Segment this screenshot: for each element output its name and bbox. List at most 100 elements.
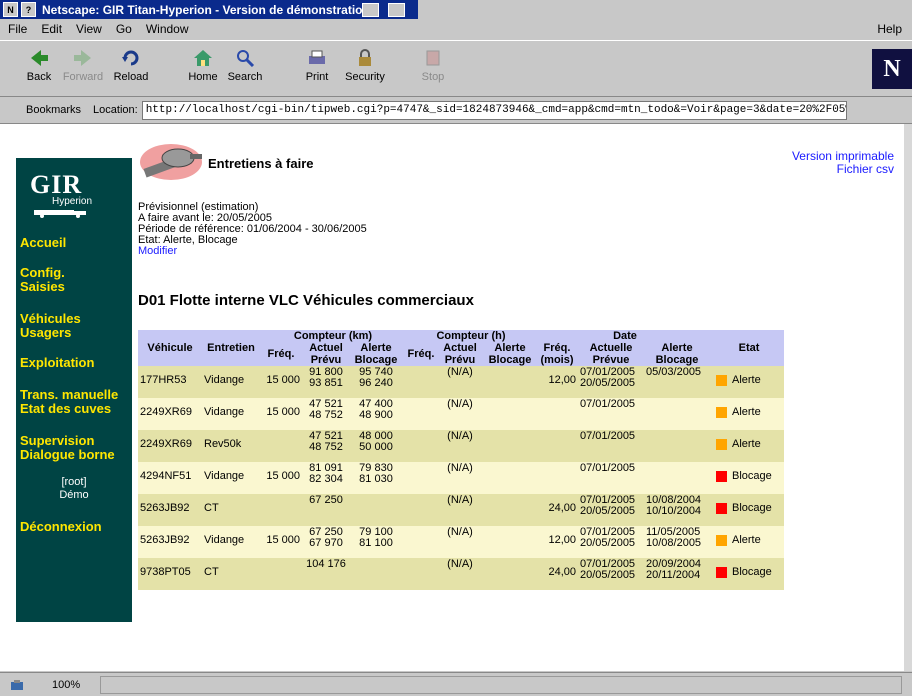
back-arrow-icon xyxy=(31,50,48,66)
netscape-logo[interactable]: N xyxy=(872,49,912,89)
cell-date-freq: 12,00 xyxy=(536,366,578,398)
cell-km-freq xyxy=(260,558,302,590)
cell-vehicule: 2249XR69 xyxy=(138,430,202,462)
minimize-button[interactable] xyxy=(362,3,379,17)
page-title: Entretiens à faire xyxy=(208,156,314,171)
zoom-level: 100% xyxy=(52,678,81,691)
cell-date-alerte-blocage: 05/03/2005 xyxy=(644,366,710,398)
cell-date-freq: 12,00 xyxy=(536,526,578,558)
nav-accueil[interactable]: Accueil xyxy=(20,236,66,250)
cell-km-alerte-blocage: 79 100 81 100 xyxy=(350,526,402,558)
cell-h-freq xyxy=(406,526,436,558)
window-menu-icon[interactable]: N xyxy=(3,2,18,17)
nav-exploitation[interactable]: Exploitation xyxy=(20,356,94,370)
cell-vehicule: 177HR53 xyxy=(138,366,202,398)
stop-icon xyxy=(426,50,440,66)
menu-go[interactable]: Go xyxy=(116,22,132,36)
print-button[interactable]: Print xyxy=(290,49,344,83)
cell-date-alerte-blocage xyxy=(644,462,710,494)
col-h-alerte-blocage: Alerte Blocage xyxy=(484,342,536,366)
status-square-icon xyxy=(716,471,727,482)
status-label: Alerte xyxy=(732,406,761,418)
status-square-icon xyxy=(716,567,727,578)
nav-vehicules-usagers[interactable]: Véhicules Usagers xyxy=(20,312,81,340)
cell-km-freq: 15 000 xyxy=(260,366,302,398)
cell-km-alerte-blocage: 47 400 48 900 xyxy=(350,398,402,430)
export-links: Version imprimable Fichier csv xyxy=(792,150,894,176)
cell-h-freq xyxy=(406,494,436,526)
menu-window[interactable]: Window xyxy=(146,22,189,36)
cell-h-freq xyxy=(406,430,436,462)
cell-h-freq xyxy=(406,558,436,590)
filter-info: Prévisionnel (estimation) A faire avant … xyxy=(138,202,367,257)
nav-supervision[interactable]: Supervision Dialogue borne xyxy=(20,434,115,462)
cell-h-actuel-prevu: (N/A) xyxy=(436,526,484,558)
cell-etat: Alerte xyxy=(714,430,784,462)
status-label: Blocage xyxy=(732,566,772,578)
vertical-scrollbar[interactable] xyxy=(904,124,912,671)
cell-etat: Blocage xyxy=(714,494,784,526)
col-etat: Etat xyxy=(714,330,784,366)
cell-h-freq xyxy=(406,398,436,430)
nav-config-saisies[interactable]: Config. Saisies xyxy=(20,266,65,294)
cell-vehicule: 2249XR69 xyxy=(138,398,202,430)
cell-date-freq xyxy=(536,430,578,462)
status-bar: 100% xyxy=(0,672,912,696)
url-field[interactable]: http://localhost/cgi-bin/tipweb.cgi?p=47… xyxy=(141,100,847,120)
modify-link[interactable]: Modifier xyxy=(138,246,367,257)
titlebar-background xyxy=(418,0,912,19)
menu-help[interactable]: Help xyxy=(877,22,902,36)
cell-entretien: Vidange xyxy=(202,398,260,430)
reload-button[interactable]: Reload xyxy=(104,49,158,83)
col-date-freq: Fréq. (mois) xyxy=(536,342,578,366)
col-h-freq: Fréq. xyxy=(406,342,436,366)
menu-bar: File Edit View Go Window Help xyxy=(0,19,912,39)
cell-date-alerte-blocage xyxy=(644,430,710,462)
menu-file[interactable]: File xyxy=(8,22,27,36)
cell-h-alerte-blocage xyxy=(484,558,536,590)
cell-h-alerte-blocage xyxy=(484,526,536,558)
col-group-compteur-h: Compteur (h) xyxy=(406,330,536,342)
cell-date-alerte-blocage: 20/09/2004 20/11/2004 xyxy=(644,558,710,590)
cell-km-alerte-blocage xyxy=(350,494,402,526)
cell-date-freq xyxy=(536,398,578,430)
gir-logo: GIR Hyperion xyxy=(30,170,100,218)
search-button[interactable]: Search xyxy=(218,49,272,83)
menu-edit[interactable]: Edit xyxy=(41,22,62,36)
col-km-freq: Fréq. xyxy=(260,342,302,366)
table-row: 177HR53 Vidange 15 000 91 800 93 851 95 740 96… xyxy=(138,366,784,398)
cell-date-freq: 24,00 xyxy=(536,558,578,590)
csv-file-link[interactable]: Fichier csv xyxy=(792,163,894,176)
col-vehicule: Véhicule xyxy=(138,330,202,366)
security-status-icon[interactable] xyxy=(10,679,24,691)
bookmarks-button[interactable]: Bookmarks xyxy=(26,104,81,116)
window-titlebar: N ? Netscape: GIR Titan-Hyperion - Versi… xyxy=(0,0,418,19)
cell-km-freq: 15 000 xyxy=(260,398,302,430)
cell-km-freq: 15 000 xyxy=(260,526,302,558)
cell-date-actuelle-prevue: 07/01/2005 xyxy=(578,430,644,462)
forward-button[interactable]: Forward xyxy=(56,49,110,83)
stop-button[interactable]: Stop xyxy=(406,49,460,83)
status-label: Alerte xyxy=(732,534,761,546)
cell-h-alerte-blocage xyxy=(484,462,536,494)
cell-h-alerte-blocage xyxy=(484,430,536,462)
cell-entretien: Vidange xyxy=(202,462,260,494)
cell-h-alerte-blocage xyxy=(484,398,536,430)
cell-km-alerte-blocage: 48 000 50 000 xyxy=(350,430,402,462)
cell-h-alerte-blocage xyxy=(484,366,536,398)
security-button[interactable]: Security xyxy=(338,49,392,83)
cell-h-freq xyxy=(406,462,436,494)
cell-entretien: Vidange xyxy=(202,366,260,398)
cell-vehicule: 4294NF51 xyxy=(138,462,202,494)
status-label: Alerte xyxy=(732,438,761,450)
cell-km-actuel-prevu: 67 250 xyxy=(302,494,350,526)
nav-deconnexion[interactable]: Déconnexion xyxy=(20,520,102,534)
cell-date-alerte-blocage: 10/08/2004 10/10/2004 xyxy=(644,494,710,526)
cell-h-alerte-blocage xyxy=(484,494,536,526)
help-icon[interactable]: ? xyxy=(21,2,36,17)
col-entretien: Entretien xyxy=(202,330,260,366)
nav-trans-manuelle[interactable]: Trans. manuelle Etat des cuves xyxy=(20,388,118,416)
maximize-button[interactable] xyxy=(388,3,405,17)
menu-view[interactable]: View xyxy=(76,22,102,36)
table-row: 4294NF51 Vidange 15 000 81 091 82 304 79 830 8… xyxy=(138,462,784,494)
